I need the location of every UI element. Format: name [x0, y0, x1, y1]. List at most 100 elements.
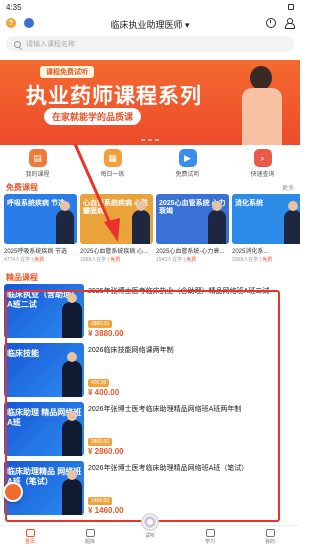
- learner-count: 1688人在学: [80, 257, 107, 263]
- video-icon: ▶: [178, 149, 197, 167]
- free-course-card[interactable]: 心血管系统疾病 心脏瓣膜病 2025心血管系统疾病 心... 1688人在学 |…: [80, 194, 153, 270]
- price-badge: 2860.00: [88, 438, 113, 446]
- bottom-tab-bar: 首页 题库 试听 学习 我的: [0, 513, 300, 547]
- tab-label: 首页: [24, 539, 35, 545]
- course-meta: 1543人在学 | 免费: [156, 257, 197, 263]
- banner-title: 执业药师课程系列: [26, 85, 202, 108]
- free-course-carousel[interactable]: 呼吸系统疾病 节选 2025呼吸系统疾病 节选 4774人在学 | 免费 心血管…: [0, 194, 300, 270]
- free-tag: 免费: [186, 257, 197, 263]
- tab-question-bank[interactable]: 题库: [70, 529, 110, 545]
- profile-icon[interactable]: [284, 18, 295, 29]
- course-list-item[interactable]: 临床执业（含助理）A班二试 2025年张博士医考临床执业（含助理）精品网络班A班…: [4, 284, 296, 342]
- course-title: 2026临床技能网络课两年制: [88, 347, 174, 354]
- exam-category-label[interactable]: 临床执业助理医师: [110, 20, 182, 30]
- course-list-item[interactable]: 临床技能 2026临床技能网络课两年制 400.00 ¥ 400.00: [4, 343, 296, 401]
- course-name: 2025呼吸系统疾病 节选: [4, 249, 68, 255]
- tab-me[interactable]: 我的: [250, 529, 290, 545]
- free-section-title: 免费课程: [6, 182, 38, 192]
- course-meta: 2058人在学 | 免费: [232, 257, 273, 263]
- calendar-icon: ▦: [103, 149, 122, 167]
- quick-nav-free-trial[interactable]: ▶ 免费试听: [158, 149, 218, 178]
- home-icon: [25, 529, 35, 537]
- person-icon: [265, 529, 275, 537]
- quick-nav-label: 免费试听: [175, 172, 200, 178]
- course-price: ¥ 1460.00: [88, 506, 124, 515]
- chevron-down-icon[interactable]: ▾: [182, 20, 190, 30]
- banner-illustration: [240, 66, 284, 145]
- learner-count: 4774人在学: [4, 257, 31, 263]
- battery-icon: [288, 4, 294, 10]
- course-thumbnail: 临床技能: [4, 343, 84, 397]
- free-course-card[interactable]: 消化系统 2025消化系... 2058人在学 | 免费: [232, 194, 300, 270]
- tab-label: 试听: [144, 533, 155, 539]
- course-name: 2025心血管系统疾病 心...: [80, 249, 149, 255]
- status-icons: [288, 4, 294, 10]
- course-list-item[interactable]: 临床助理精品 网络班A班（笔试） 2026年张博士医考临床助理精品网络班A班（笔…: [4, 461, 296, 519]
- search-placeholder: 请输入课程名称: [26, 41, 75, 48]
- course-title: 2026年张博士医考临床助理精品网络班A班两年制: [88, 406, 242, 413]
- help-icon[interactable]: ?: [6, 18, 16, 28]
- course-thumbnail: 临床执业（含助理）A班二试: [4, 284, 84, 338]
- quick-nav-my-courses[interactable]: ▤ 我的课程: [8, 149, 68, 178]
- trial-play-icon: [141, 513, 159, 531]
- top-bar: ? 临床执业助理医师 ▾: [0, 14, 300, 32]
- search-icon: [14, 40, 21, 48]
- app-logo-icon: [24, 18, 34, 28]
- history-icon[interactable]: [266, 18, 276, 28]
- free-course-card[interactable]: 呼吸系统疾病 节选 2025呼吸系统疾病 节选 4774人在学 | 免费: [4, 194, 77, 270]
- tab-trial[interactable]: 试听: [130, 513, 170, 539]
- course-thumbnail: 2025心血管系统 心力衰竭: [156, 194, 229, 244]
- free-tag: 免费: [110, 257, 121, 263]
- quick-nav-label: 每日一练: [100, 172, 125, 178]
- exam-category-selector[interactable]: 临床执业助理医师 ▾: [0, 18, 300, 31]
- banner-subtitle: 在家就能学的品质课: [44, 108, 142, 125]
- course-name: 2025心血管系统-心力衰...: [156, 249, 225, 255]
- tab-label: 学习: [204, 539, 215, 545]
- price-badge: 3880.00: [88, 320, 113, 328]
- status-time: 4:35: [6, 2, 22, 12]
- quick-nav: ▤ 我的课程 ▦ 每日一练 ▶ 免费试听 ⌕ 快速查询: [0, 145, 300, 180]
- course-meta: 1688人在学 | 免费: [80, 257, 121, 263]
- price-badge: 1460.00: [88, 497, 113, 505]
- graduation-cap-icon: [205, 529, 215, 537]
- course-list-item[interactable]: 临床助理 精品网络班A班 2026年张博士医考临床助理精品网络班A班两年制 28…: [4, 402, 296, 460]
- search-input[interactable]: 请输入课程名称: [6, 36, 294, 52]
- quick-nav-label: 快速查询: [250, 172, 275, 178]
- course-name: 2025消化系...: [232, 249, 269, 255]
- course-price: ¥ 2860.00: [88, 447, 124, 456]
- course-price: ¥ 3880.00: [88, 329, 124, 338]
- free-section-header: 免费课程 更多: [0, 180, 300, 194]
- course-price: ¥ 400.00: [88, 388, 120, 397]
- course-section-header: 精品课程: [0, 270, 300, 284]
- question-bank-icon: [85, 529, 95, 537]
- book-icon: ▤: [28, 149, 47, 167]
- course-title: 2025年张博士医考临床执业（含助理）精品网络班A班二试: [88, 288, 270, 295]
- course-thumbnail: 心血管系统疾病 心脏瓣膜病: [80, 194, 153, 244]
- free-tag: 免费: [34, 257, 45, 263]
- free-section-more-link[interactable]: 更多: [282, 183, 294, 192]
- promo-banner[interactable]: 课程免费试听 执业药师课程系列 在家就能学的品质课: [0, 60, 300, 145]
- learner-count: 1543人在学: [156, 257, 183, 263]
- thumbnail-text: 临床技能: [7, 349, 39, 358]
- tab-home[interactable]: 首页: [10, 529, 50, 545]
- banner-pager: [0, 139, 300, 141]
- floating-action-button[interactable]: [3, 482, 23, 502]
- quick-nav-daily-practice[interactable]: ▦ 每日一练: [83, 149, 143, 178]
- course-thumbnail: 消化系统: [232, 194, 300, 244]
- free-course-card[interactable]: 2025心血管系统 心力衰竭 2025心血管系统-心力衰... 1543人在学 …: [156, 194, 229, 270]
- banner-tag: 课程免费试听: [40, 66, 94, 78]
- thumbnail-text: 消化系统: [235, 200, 263, 207]
- thumbnail-text: 呼吸系统疾病 节选: [7, 200, 65, 207]
- course-meta: 4774人在学 | 免费: [4, 257, 45, 263]
- tab-label: 我的: [264, 539, 275, 545]
- tab-label: 题库: [84, 539, 95, 545]
- status-bar: 4:35: [0, 0, 300, 14]
- course-list: 临床执业（含助理）A班二试 2025年张博士医考临床执业（含助理）精品网络班A班…: [0, 284, 300, 519]
- tab-study[interactable]: 学习: [190, 529, 230, 545]
- free-tag: 免费: [262, 257, 273, 263]
- quick-nav-quick-query[interactable]: ⌕ 快速查询: [233, 149, 293, 178]
- learner-count: 2058人在学: [232, 257, 259, 263]
- course-thumbnail: 呼吸系统疾病 节选: [4, 194, 77, 244]
- course-section-title: 精品课程: [6, 272, 38, 282]
- quick-nav-label: 我的课程: [25, 172, 50, 178]
